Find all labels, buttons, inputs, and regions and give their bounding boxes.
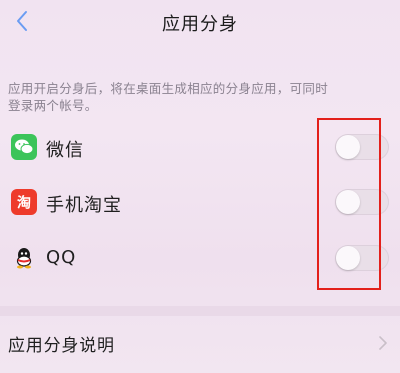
section-divider <box>0 306 400 316</box>
explanation-label: 应用分身说明 <box>8 336 115 356</box>
qq-icon <box>11 245 37 271</box>
app-name: 微信 <box>46 140 84 161</box>
app-clone-screen: 应用分身 应用开启分身后，将在桌面生成相应的分身应用，可同时 登录两个帐号。 微… <box>0 0 400 373</box>
description-line-2: 登录两个帐号。 <box>8 98 98 113</box>
app-name: 手机淘宝 <box>46 195 122 216</box>
highlight-box <box>317 118 381 290</box>
app-name: QQ <box>46 247 77 268</box>
description-text: 应用开启分身后，将在桌面生成相应的分身应用，可同时 登录两个帐号。 <box>8 80 388 114</box>
description-line-1: 应用开启分身后，将在桌面生成相应的分身应用，可同时 <box>8 81 329 96</box>
clone-explanation-item[interactable]: 应用分身说明 <box>0 322 400 362</box>
wechat-icon <box>11 134 37 160</box>
taobao-icon: 淘 <box>11 189 37 215</box>
header: 应用分身 <box>0 0 400 46</box>
svg-text:淘: 淘 <box>17 195 31 212</box>
chevron-right-icon <box>379 336 387 350</box>
page-title: 应用分身 <box>162 14 238 35</box>
